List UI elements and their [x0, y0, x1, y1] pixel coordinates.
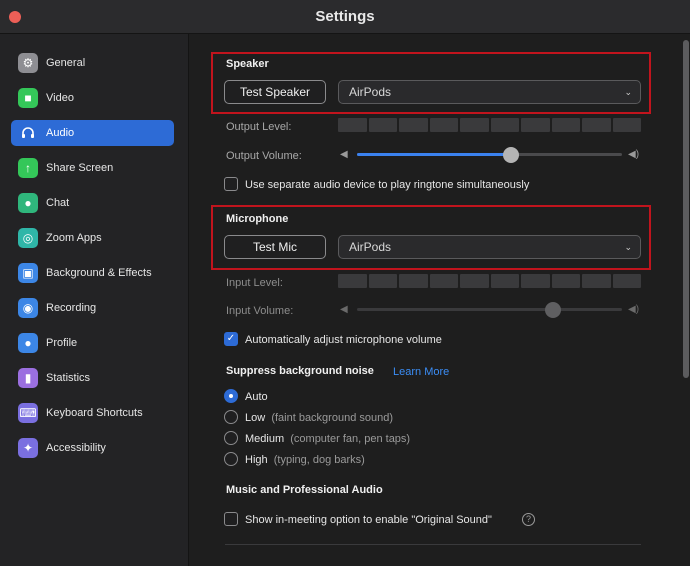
- background-person-icon: ▣: [18, 263, 38, 283]
- headphones-icon: [18, 123, 38, 143]
- learn-more-link[interactable]: Learn More: [393, 365, 449, 379]
- speaker-device-select[interactable]: AirPods ⌄: [338, 80, 641, 104]
- separate-ringtone-checkbox[interactable]: [224, 177, 238, 191]
- input-volume-label: Input Volume:: [226, 305, 294, 317]
- record-icon: ◉: [18, 298, 38, 318]
- section-divider: [225, 544, 641, 545]
- sidebar-item-label: Statistics: [46, 372, 91, 384]
- sidebar-item-zoom-apps[interactable]: ◎ Zoom Apps: [11, 225, 174, 251]
- volume-low-icon: ◀: [340, 304, 348, 315]
- sidebar-item-statistics[interactable]: ▮ Statistics: [11, 365, 174, 391]
- original-sound-label: Show in-meeting option to enable "Origin…: [245, 514, 492, 526]
- title-bar: Settings: [0, 0, 690, 34]
- keyboard-icon: ⌨: [18, 403, 38, 423]
- suppress-high-label: High (typing, dog barks): [245, 454, 365, 466]
- sidebar-item-recording[interactable]: ◉ Recording: [11, 295, 174, 321]
- sidebar-item-label: Zoom Apps: [46, 232, 102, 244]
- sidebar-item-label: Keyboard Shortcuts: [46, 407, 143, 419]
- output-volume-fill: [357, 153, 511, 156]
- output-volume-label: Output Volume:: [226, 150, 302, 162]
- sidebar-item-keyboard-shortcuts[interactable]: ⌨ Keyboard Shortcuts: [11, 400, 174, 426]
- accessibility-icon: ✦: [18, 438, 38, 458]
- sidebar-item-label: Video: [46, 92, 74, 104]
- suppress-low-radio[interactable]: [224, 410, 238, 424]
- input-level-label: Input Level:: [226, 277, 283, 289]
- sidebar-item-label: General: [46, 57, 86, 69]
- suppress-auto-label: Auto: [245, 391, 268, 403]
- sidebar-item-profile[interactable]: ● Profile: [11, 330, 174, 356]
- test-mic-button[interactable]: Test Mic: [224, 235, 326, 259]
- sidebar-item-background-effects[interactable]: ▣ Background & Effects: [11, 260, 174, 286]
- sidebar-item-label: Profile: [46, 337, 78, 349]
- auto-adjust-label: Automatically adjust microphone volume: [245, 334, 442, 346]
- output-level-label: Output Level:: [226, 121, 292, 133]
- suppress-medium-radio[interactable]: [224, 431, 238, 445]
- sidebar-item-label: Accessibility: [46, 442, 106, 454]
- suppress-medium-label: Medium (computer fan, pen taps): [245, 433, 411, 445]
- volume-high-icon: ◀): [628, 304, 640, 315]
- sidebar-item-share-screen[interactable]: ↑ Share Screen: [11, 155, 174, 181]
- input-volume-thumb[interactable]: [545, 302, 562, 318]
- bar-chart-icon: ▮: [18, 368, 38, 388]
- volume-high-icon: ◀): [628, 149, 640, 160]
- share-screen-icon: ↑: [18, 158, 38, 178]
- window-title: Settings: [315, 8, 375, 25]
- chat-bubble-icon: ●: [18, 193, 38, 213]
- speaker-section-title: Speaker: [226, 58, 269, 70]
- volume-low-icon: ◀: [340, 149, 348, 160]
- settings-sidebar: ⚙ General ■ Video Audio ↑ Share Screen ●…: [0, 34, 189, 566]
- help-icon[interactable]: ?: [522, 513, 535, 526]
- suppress-noise-title: Suppress background noise: [226, 365, 374, 377]
- chevron-down-icon: ⌄: [624, 242, 632, 252]
- gear-icon: ⚙: [18, 53, 38, 73]
- sidebar-item-accessibility[interactable]: ✦ Accessibility: [11, 435, 174, 461]
- original-sound-checkbox[interactable]: [224, 512, 238, 526]
- microphone-section-title: Microphone: [226, 213, 289, 225]
- suppress-high-radio[interactable]: [224, 452, 238, 466]
- sidebar-item-chat[interactable]: ● Chat: [11, 190, 174, 216]
- output-volume-thumb[interactable]: [502, 147, 519, 163]
- sidebar-item-video[interactable]: ■ Video: [11, 85, 174, 111]
- speaker-device-value: AirPods: [349, 85, 392, 99]
- microphone-device-select[interactable]: AirPods ⌄: [338, 235, 641, 259]
- input-level-meter: [338, 274, 641, 288]
- video-camera-icon: ■: [18, 88, 38, 108]
- person-icon: ●: [18, 333, 38, 353]
- sidebar-item-label: Audio: [46, 127, 75, 139]
- sidebar-item-label: Chat: [46, 197, 70, 209]
- test-speaker-button[interactable]: Test Speaker: [224, 80, 326, 104]
- scrollbar-thumb[interactable]: [683, 40, 689, 378]
- suppress-low-label: Low (faint background sound): [245, 412, 393, 424]
- apps-icon: ◎: [18, 228, 38, 248]
- output-level-meter: [338, 118, 641, 132]
- sidebar-item-label: Background & Effects: [46, 267, 152, 279]
- auto-adjust-checkbox[interactable]: ✓: [224, 332, 238, 346]
- microphone-device-value: AirPods: [349, 240, 392, 254]
- sidebar-item-label: Share Screen: [46, 162, 114, 174]
- separate-ringtone-label: Use separate audio device to play ringto…: [245, 179, 530, 191]
- sidebar-item-label: Recording: [46, 302, 97, 314]
- music-audio-title: Music and Professional Audio: [226, 484, 383, 496]
- chevron-down-icon: ⌄: [624, 87, 632, 97]
- input-volume-slider[interactable]: [357, 308, 622, 311]
- sidebar-item-general[interactable]: ⚙ General: [11, 50, 174, 76]
- sidebar-item-audio[interactable]: Audio: [11, 120, 174, 146]
- suppress-auto-radio[interactable]: [224, 389, 238, 403]
